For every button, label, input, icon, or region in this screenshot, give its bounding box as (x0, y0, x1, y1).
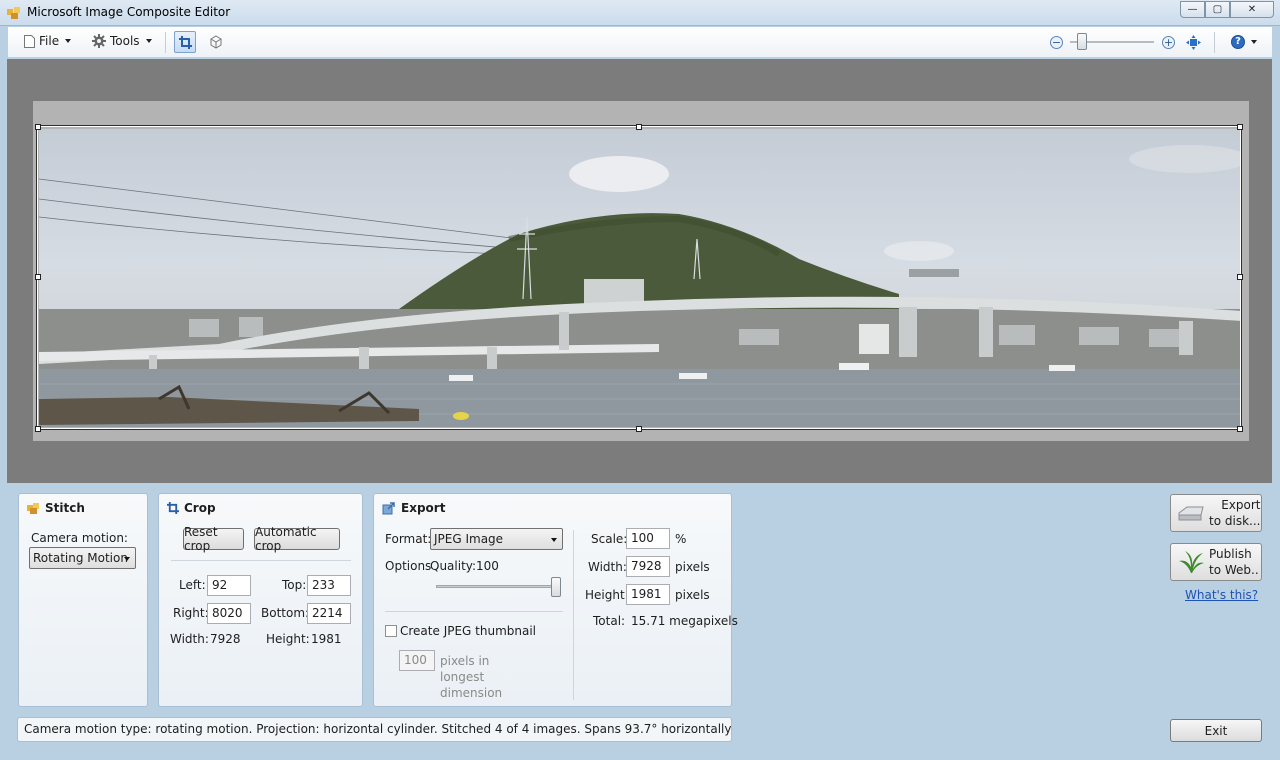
crop-handle-top[interactable] (636, 124, 642, 130)
crop-handle-right[interactable] (1237, 274, 1243, 280)
help-menu[interactable]: ? (1231, 35, 1257, 49)
cube-icon (210, 35, 222, 49)
crop-left-label: Left: (179, 578, 206, 592)
format-select[interactable]: JPEG Image (430, 528, 563, 550)
zoom-out-icon[interactable]: − (1050, 36, 1063, 49)
quality-slider[interactable] (436, 585, 561, 588)
app-icon (7, 7, 20, 19)
crop-handle-top-right[interactable] (1237, 124, 1243, 130)
jpeg-thumbnail-label: Create JPEG thumbnail (400, 624, 537, 638)
zoom-in-icon[interactable]: + (1162, 36, 1175, 49)
format-label: Format: (385, 532, 432, 546)
crop-top-input[interactable]: 233 (307, 575, 351, 596)
crop-bottom-input[interactable]: 2214 (307, 603, 351, 624)
publish-line2: to Web.. (1209, 563, 1259, 577)
fit-to-window-icon[interactable] (1186, 35, 1201, 50)
export-to-disk-line1: Export (1221, 498, 1261, 512)
stitch-panel: Stitch Camera motion: Rotating Motion (18, 493, 148, 707)
crop-mode-button[interactable] (174, 31, 196, 53)
export-width-input[interactable]: 7928 (626, 556, 670, 577)
panorama-canvas[interactable] (7, 59, 1272, 483)
crop-rectangle[interactable] (36, 125, 1242, 430)
camera-motion-select[interactable]: Rotating Motion (29, 547, 136, 569)
export-to-disk-button[interactable]: Export to disk... (1170, 494, 1262, 532)
quality-label: Quality: (430, 559, 477, 573)
crop-handle-left[interactable] (35, 274, 41, 280)
jpeg-thumbnail-checkbox[interactable] (385, 625, 397, 637)
tools-menu[interactable]: Tools (92, 34, 152, 48)
plant-globe-icon (1179, 551, 1204, 573)
toolbar: File Tools − + ? (8, 27, 1272, 58)
export-height-input[interactable]: 1981 (626, 584, 670, 605)
options-label: Options (385, 559, 432, 573)
publish-line1: Publish (1209, 547, 1252, 561)
total-label: Total: (593, 614, 626, 628)
quality-slider-thumb[interactable] (551, 577, 561, 597)
exit-button[interactable]: Exit (1170, 719, 1262, 742)
title-bar: Microsoft Image Composite Editor — ▢ ✕ (0, 0, 1280, 26)
crop-handle-bottom-left[interactable] (35, 426, 41, 432)
zoom-slider-thumb[interactable] (1077, 33, 1087, 50)
thumbnail-size-suffix: pixels in longest dimension (440, 654, 503, 700)
document-icon (24, 34, 35, 48)
format-value: JPEG Image (434, 532, 504, 546)
scale-input[interactable]: 100 (626, 528, 670, 549)
crop-bottom-label: Bottom: (261, 606, 310, 620)
export-width-label: Width: (588, 560, 627, 574)
thumbnail-size-input[interactable]: 100 (399, 650, 435, 671)
quality-value: 100 (476, 559, 499, 573)
stitch-icon (27, 502, 39, 514)
crop-height-label: Height: (266, 632, 310, 646)
disk-drive-icon (1178, 506, 1204, 521)
help-icon: ? (1231, 35, 1245, 49)
reset-crop-button[interactable]: Reset crop (183, 525, 244, 553)
export-height-label: Height: (585, 588, 629, 602)
maximize-button[interactable]: ▢ (1205, 1, 1230, 18)
file-menu[interactable]: File (24, 34, 72, 48)
file-menu-label: File (39, 34, 60, 48)
crop-height-value: 1981 (311, 632, 342, 646)
crop-width-value: 7928 (210, 632, 241, 646)
crop-handle-top-left[interactable] (35, 124, 41, 130)
crop-width-label: Width: (170, 632, 209, 646)
crop-right-label: Right: (173, 606, 209, 620)
export-width-unit: pixels (675, 560, 710, 574)
status-bar: Camera motion type: rotating motion. Pro… (17, 717, 732, 742)
camera-motion-value: Rotating Motion (33, 551, 128, 565)
tools-menu-label: Tools (110, 34, 140, 48)
chevron-down-icon (551, 538, 557, 542)
export-panel: Export Format: JPEG Image Options Qualit… (373, 493, 738, 707)
crop-handle-bottom[interactable] (636, 426, 642, 432)
camera-motion-label: Camera motion: (31, 531, 128, 545)
export-to-disk-line2: to disk... (1209, 514, 1261, 528)
export-icon (382, 502, 395, 515)
whats-this-link[interactable]: What's this? (1185, 588, 1258, 602)
3d-mode-button[interactable] (205, 31, 227, 53)
scale-unit: % (675, 532, 687, 546)
crop-icon (178, 35, 192, 49)
crop-title: Crop (184, 501, 216, 515)
crop-right-input[interactable]: 8020 (207, 603, 251, 624)
crop-top-label: Top: (282, 578, 307, 592)
stitch-title: Stitch (45, 501, 85, 515)
scale-label: Scale: (591, 532, 628, 546)
automatic-crop-button[interactable]: Automatic crop (254, 525, 340, 553)
total-value: 15.71 megapixels (631, 614, 738, 628)
close-button[interactable]: ✕ (1230, 1, 1274, 18)
gear-icon (92, 34, 106, 48)
chevron-down-icon (124, 557, 130, 561)
crop-icon (167, 502, 179, 514)
window-title: Microsoft Image Composite Editor (27, 5, 231, 19)
crop-left-input[interactable]: 92 (207, 575, 251, 596)
export-title: Export (401, 501, 446, 515)
crop-panel: Crop Reset crop Automatic crop Left: 92 … (158, 493, 363, 707)
minimize-button[interactable]: — (1180, 1, 1205, 18)
export-height-unit: pixels (675, 588, 710, 602)
crop-handle-bottom-right[interactable] (1237, 426, 1243, 432)
publish-to-web-button[interactable]: Publish to Web.. (1170, 543, 1262, 581)
